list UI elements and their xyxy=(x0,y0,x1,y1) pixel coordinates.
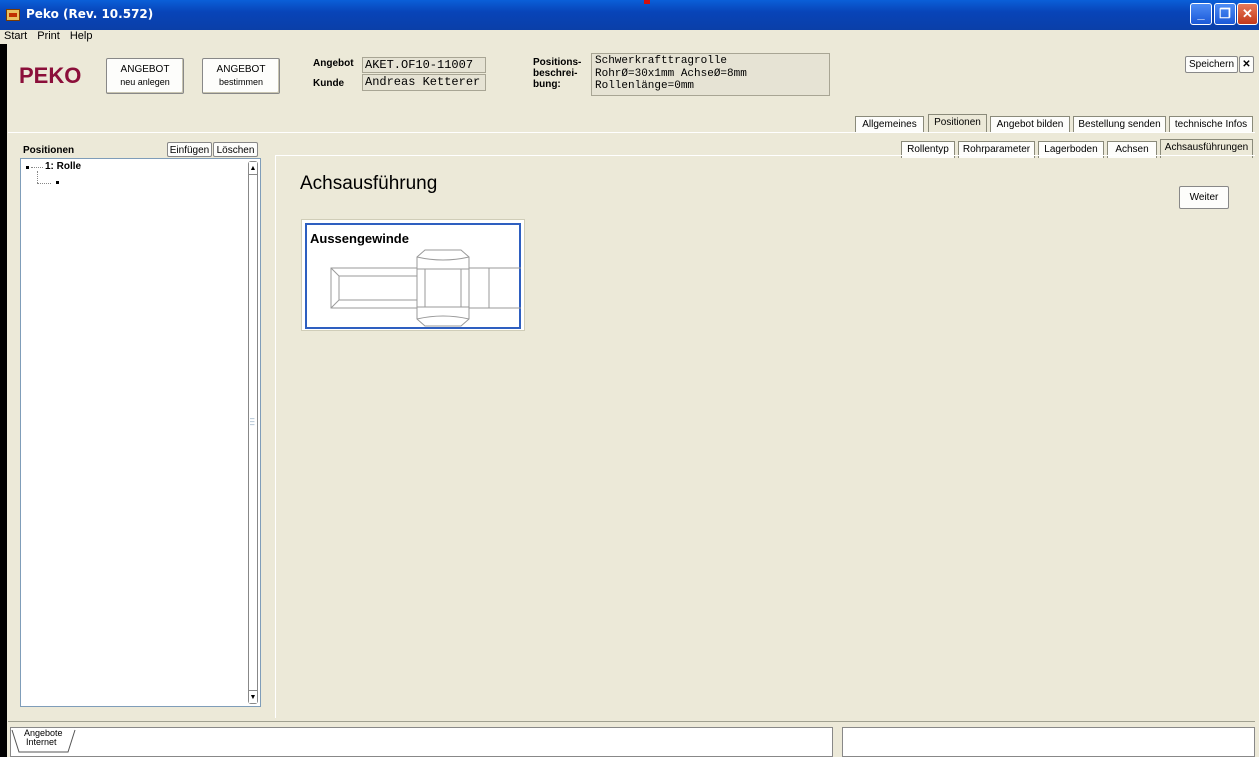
tab-angebot-bilden[interactable]: Angebot bilden xyxy=(990,116,1070,133)
option-card-aussengewinde[interactable]: Aussengewinde xyxy=(301,219,525,331)
position-description: Schwerkrafttragrolle RohrØ=30x1mm AchseØ… xyxy=(591,53,830,96)
delete-button[interactable]: Löschen xyxy=(213,142,258,157)
threaded-axle-icon xyxy=(330,249,521,327)
description-label-line3: bung: xyxy=(533,79,561,90)
maximize-button[interactable]: ❐ xyxy=(1214,3,1236,25)
menu-start[interactable]: Start xyxy=(4,30,27,42)
tab-allgemeines[interactable]: Allgemeines xyxy=(855,116,924,133)
select-offer-line1: ANGEBOT xyxy=(216,64,266,75)
tree-item-rolle[interactable]: 1: Rolle xyxy=(45,161,81,172)
scroll-down-icon[interactable]: ▼ xyxy=(249,690,257,703)
window-title: Peko (Rev. 10.572) xyxy=(26,7,154,21)
close-window-button[interactable]: ✕ xyxy=(1237,3,1258,25)
bottom-panel-right xyxy=(842,727,1255,757)
tab-label-line2: Internet xyxy=(26,737,57,747)
save-button[interactable]: Speichern xyxy=(1185,56,1238,73)
tree-connector xyxy=(31,167,43,168)
page-title: Achsausführung xyxy=(300,173,438,194)
scroll-grip-icon[interactable]: – – – xyxy=(250,415,256,429)
menu-help[interactable]: Help xyxy=(70,30,93,42)
option-card-border: Aussengewinde xyxy=(305,223,521,329)
description-label-line1: Positions- xyxy=(533,57,582,68)
tree-scrollbar[interactable]: ▲ – – – ▼ xyxy=(248,161,258,704)
tab-divider xyxy=(8,132,1255,133)
new-offer-button[interactable]: ANGEBOT neu anlegen xyxy=(106,58,184,94)
menu-print[interactable]: Print xyxy=(37,30,60,42)
description-line2: RohrØ=30x1mm AchseØ=8mm xyxy=(595,67,747,80)
bottom-panel-left xyxy=(10,727,833,757)
new-offer-line2: neu anlegen xyxy=(120,77,170,87)
kunde-label: Kunde xyxy=(313,78,345,89)
tree-connector xyxy=(37,183,51,184)
application-window: Peko (Rev. 10.572) _ ❐ ✕ Start Print Help … xyxy=(0,0,1259,757)
tab-angebote-internet[interactable]: Angebote Internet xyxy=(11,728,77,754)
angebot-label: Angebot xyxy=(313,58,354,69)
option-title: Aussengewinde xyxy=(310,231,409,246)
description-label-line2: beschrei- xyxy=(533,68,578,79)
tree-branch-line xyxy=(37,171,38,183)
peko-logo: PEKO xyxy=(19,63,82,88)
positions-title: Positionen xyxy=(23,145,75,156)
tab-positionen[interactable]: Positionen xyxy=(928,114,987,133)
select-offer-line2: bestimmen xyxy=(218,77,263,87)
angebot-field: AKET.OF10-11007 xyxy=(362,57,486,73)
scroll-up-icon[interactable]: ▲ xyxy=(249,162,257,175)
new-offer-line1: ANGEBOT xyxy=(120,64,170,75)
next-button[interactable]: Weiter xyxy=(1179,186,1229,209)
insert-button[interactable]: Einfügen xyxy=(167,142,212,157)
left-border xyxy=(0,44,7,757)
tree-child-marker[interactable] xyxy=(56,181,59,184)
bottom-separator xyxy=(8,721,1255,722)
minimize-button[interactable]: _ xyxy=(1190,3,1212,25)
close-icon[interactable]: ✕ xyxy=(1239,56,1254,73)
kunde-field: Andreas Ketterer xyxy=(362,74,486,91)
description-label: Positions- beschrei- bung: xyxy=(533,57,581,90)
tab-bestellung-senden[interactable]: Bestellung senden xyxy=(1073,116,1166,133)
tab-angebote-internet-label: Angebote Internet xyxy=(24,729,63,747)
description-line1: Schwerkrafttragrolle xyxy=(595,55,728,67)
tree-node-marker xyxy=(26,166,29,169)
title-bar: Peko (Rev. 10.572) _ ❐ ✕ xyxy=(0,0,1259,30)
menu-bar: Start Print Help xyxy=(0,30,1259,44)
positions-tree: 1: Rolle ▲ – – – ▼ xyxy=(20,158,261,707)
description-line3: Rollenlänge=0mm xyxy=(595,80,695,92)
select-offer-button[interactable]: ANGEBOT bestimmen xyxy=(202,58,280,94)
decorative-mark xyxy=(644,0,650,4)
app-icon xyxy=(6,9,20,21)
tab-technische-infos[interactable]: technische Infos xyxy=(1169,116,1253,133)
